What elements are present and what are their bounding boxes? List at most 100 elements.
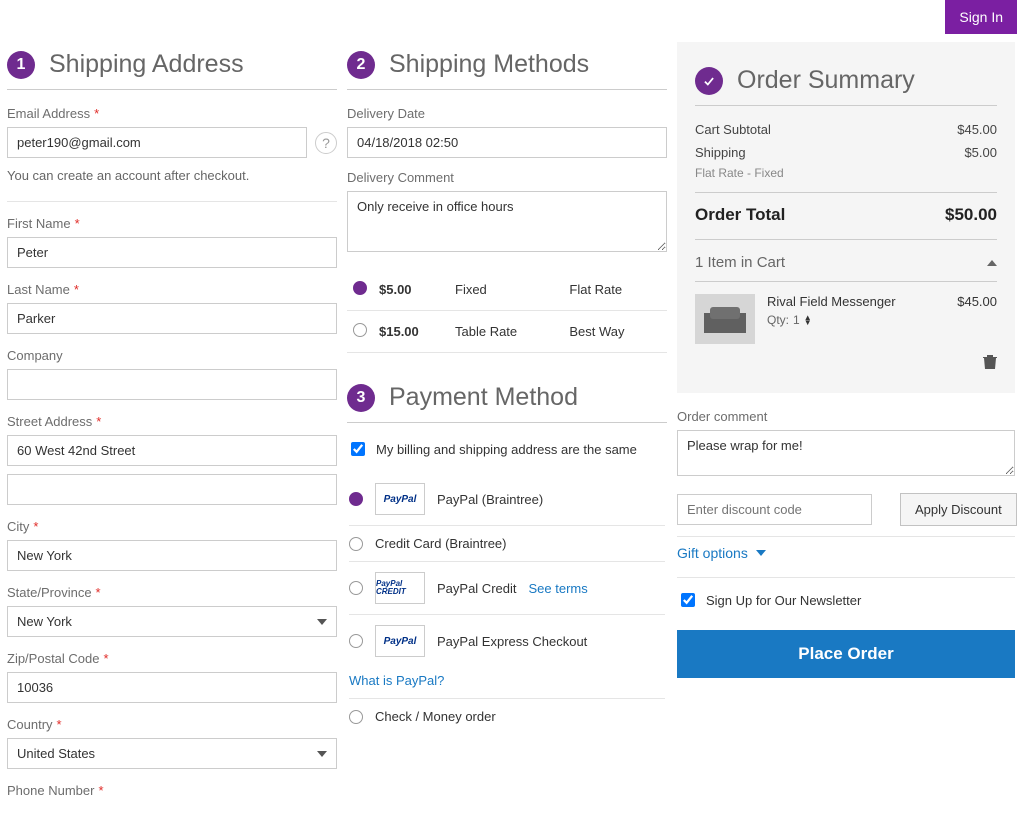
payment-radio[interactable] [349, 581, 363, 595]
payment-radio[interactable] [349, 537, 363, 551]
subtotal-label: Cart Subtotal [695, 122, 771, 137]
shipping-option-row[interactable]: $15.00 Table Rate Best Way [347, 311, 667, 353]
payment-heading: Payment Method [389, 383, 578, 412]
company-field[interactable] [7, 369, 337, 400]
payment-label: Check / Money order [375, 709, 496, 724]
shipping-sublabel: Flat Rate - Fixed [695, 166, 997, 180]
city-label: City* [7, 519, 337, 534]
gift-options-label: Gift options [677, 545, 748, 561]
payment-radio[interactable] [349, 634, 363, 648]
step-badge-2: 2 [347, 51, 375, 79]
payment-method-panel: 3 Payment Method My billing and shipping… [347, 383, 667, 734]
chevron-down-icon [756, 550, 766, 556]
state-label: State/Province* [7, 585, 337, 600]
shipping-address-heading: Shipping Address [49, 50, 244, 79]
paypal-logo-icon: PayPal [375, 625, 425, 657]
street-label: Street Address* [7, 414, 337, 429]
shipping-address-panel: 1 Shipping Address Email Address* ? You … [7, 42, 337, 804]
divider [7, 201, 337, 202]
same-address-label: My billing and shipping address are the … [376, 442, 637, 457]
cart-toggle[interactable]: 1 Item in Cart [695, 239, 997, 281]
country-label: Country* [7, 717, 337, 732]
apply-discount-button[interactable]: Apply Discount [900, 493, 1017, 526]
order-comment-label: Order comment [677, 409, 1015, 424]
qty-stepper[interactable]: ▲▼ [804, 315, 812, 325]
sign-in-button[interactable]: Sign In [945, 0, 1017, 34]
shipping-methods-panel: 2 Shipping Methods Delivery Date Deliver… [347, 50, 667, 353]
check-badge-icon [695, 67, 723, 95]
place-order-button[interactable]: Place Order [677, 630, 1015, 678]
shipping-method: Table Rate [449, 311, 563, 353]
payment-radio[interactable] [349, 710, 363, 724]
payment-radio[interactable] [349, 492, 363, 506]
shipping-label: Shipping [695, 145, 746, 160]
zip-label: Zip/Postal Code* [7, 651, 337, 666]
payment-option-check[interactable]: Check / Money order [349, 699, 665, 734]
chevron-up-icon [987, 260, 997, 266]
order-summary-heading: Order Summary [737, 66, 915, 95]
subtotal-value: $45.00 [957, 122, 997, 137]
qty-label: Qty: [767, 313, 789, 327]
see-terms-link[interactable]: See terms [528, 581, 587, 596]
order-comment-field[interactable]: Please wrap for me! [677, 430, 1015, 476]
shipping-price: $5.00 [373, 269, 449, 311]
gift-options-toggle[interactable]: Gift options [677, 536, 1015, 569]
shipping-radio-bestway[interactable] [353, 323, 367, 337]
shipping-methods-heading: Shipping Methods [389, 50, 589, 79]
shipping-method: Fixed [449, 269, 563, 311]
help-icon[interactable]: ? [315, 132, 337, 154]
what-is-paypal-link[interactable]: What is PayPal? [349, 673, 665, 688]
cart-item-price: $45.00 [957, 294, 997, 344]
product-thumbnail [695, 294, 755, 344]
cart-toggle-label: 1 Item in Cart [695, 254, 785, 271]
payment-option-paypal-express[interactable]: PayPal PayPal Express Checkout What is P… [349, 615, 665, 699]
delivery-date-label: Delivery Date [347, 106, 667, 121]
discount-code-input[interactable] [677, 494, 872, 525]
company-label: Company [7, 348, 337, 363]
same-address-checkbox[interactable] [351, 442, 365, 456]
email-field[interactable] [7, 127, 307, 158]
cart-item-name: Rival Field Messenger [767, 294, 945, 309]
order-summary-panel: Order Summary Cart Subtotal $45.00 Shipp… [677, 42, 1015, 393]
phone-label: Phone Number* [7, 783, 337, 798]
payment-option-paypal-credit[interactable]: PayPal CREDIT PayPal Credit See terms [349, 562, 665, 615]
step-badge-1: 1 [7, 51, 35, 79]
payment-label: PayPal (Braintree) [437, 492, 543, 507]
street2-field[interactable] [7, 474, 337, 505]
shipping-radio-flatrate[interactable] [353, 281, 367, 295]
country-select[interactable]: United States [7, 738, 337, 769]
newsletter-label: Sign Up for Our Newsletter [706, 593, 861, 608]
step-title-shipping-methods: 2 Shipping Methods [347, 50, 667, 90]
step-title-shipping-address: 1 Shipping Address [7, 50, 337, 90]
payment-option-credit-card[interactable]: Credit Card (Braintree) [349, 526, 665, 562]
newsletter-checkbox[interactable] [681, 593, 695, 607]
shipping-methods-table: $5.00 Fixed Flat Rate $15.00 Table Rate … [347, 269, 667, 353]
zip-field[interactable] [7, 672, 337, 703]
first-name-label: First Name* [7, 216, 337, 231]
account-note: You can create an account after checkout… [7, 168, 337, 183]
paypal-credit-logo-icon: PayPal CREDIT [375, 572, 425, 604]
delivery-comment-field[interactable]: Only receive in office hours [347, 191, 667, 252]
city-field[interactable] [7, 540, 337, 571]
total-label: Order Total [695, 205, 785, 225]
last-name-field[interactable] [7, 303, 337, 334]
remove-item-button[interactable] [695, 354, 997, 375]
shipping-option-row[interactable]: $5.00 Fixed Flat Rate [347, 269, 667, 311]
shipping-carrier: Flat Rate [563, 269, 667, 311]
state-select[interactable]: New York [7, 606, 337, 637]
street1-field[interactable] [7, 435, 337, 466]
email-label: Email Address* [7, 106, 337, 121]
payment-label: PayPal Express Checkout [437, 634, 587, 649]
first-name-field[interactable] [7, 237, 337, 268]
qty-value: 1 [793, 313, 800, 327]
delivery-date-field[interactable] [347, 127, 667, 158]
step-badge-3: 3 [347, 384, 375, 412]
payment-label: Credit Card (Braintree) [375, 536, 507, 551]
step-title-payment: 3 Payment Method [347, 383, 667, 423]
total-value: $50.00 [945, 205, 997, 225]
step-title-summary: Order Summary [695, 66, 997, 106]
shipping-value: $5.00 [964, 145, 997, 160]
payment-option-paypal-braintree[interactable]: PayPal PayPal (Braintree) [349, 473, 665, 526]
last-name-label: Last Name* [7, 282, 337, 297]
cart-item: Rival Field Messenger Qty: 1 ▲▼ $45.00 [695, 281, 997, 350]
